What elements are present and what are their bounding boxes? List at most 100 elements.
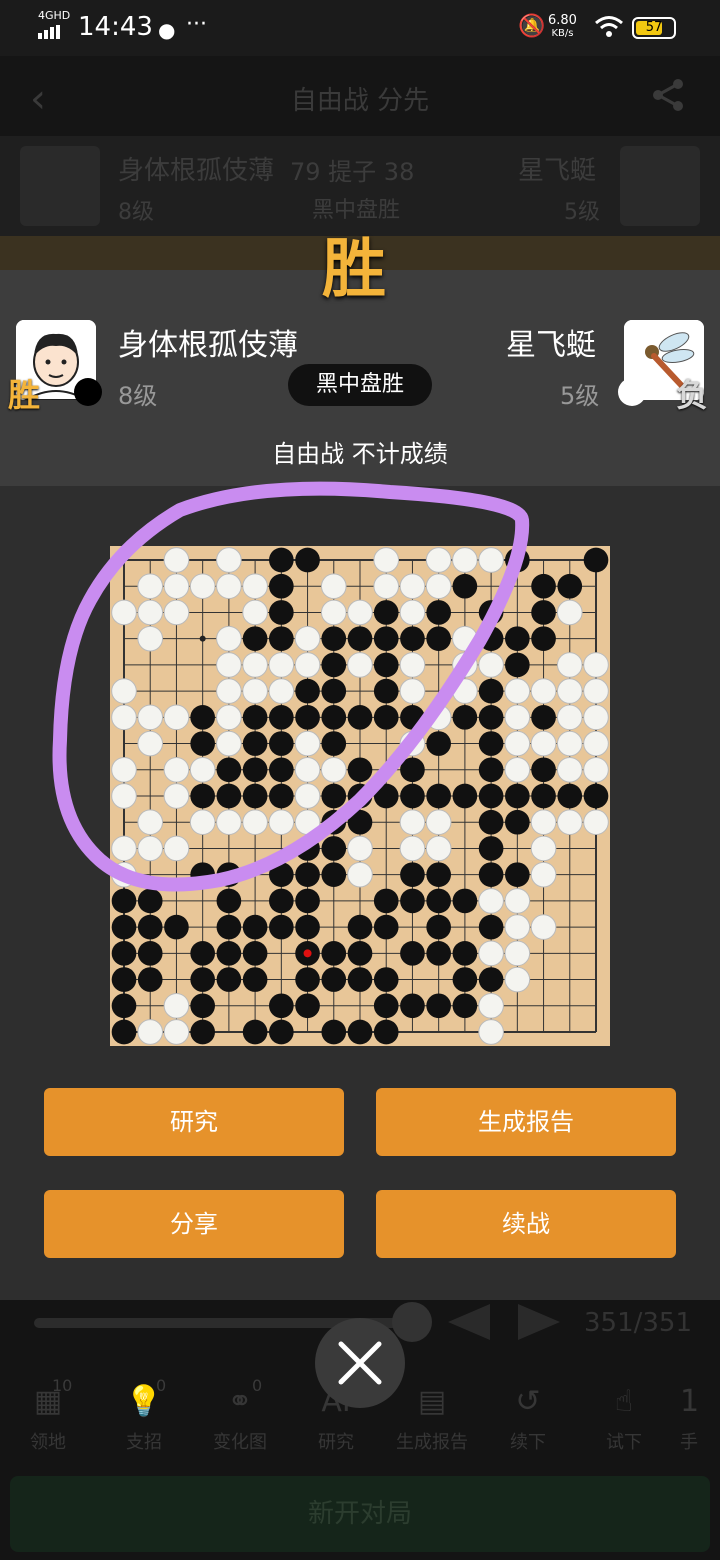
tool-moves[interactable]: 1手: [680, 1384, 720, 1454]
black-stone: [269, 600, 294, 625]
black-stone: [164, 914, 189, 940]
white-stone: [504, 966, 531, 993]
white-lose-tag: 负: [676, 376, 709, 414]
white-stone: [137, 625, 164, 652]
white-stone: [583, 730, 609, 757]
black-stone: [111, 993, 137, 1019]
black-stone: [505, 626, 530, 651]
black-stone: [269, 914, 294, 940]
white-stone: [137, 573, 164, 600]
white-stone: [137, 1019, 164, 1045]
black-stone: [426, 941, 451, 966]
white-stone: [583, 809, 609, 836]
black-stone: [321, 731, 347, 756]
black-stone: [321, 809, 347, 835]
white-stone: [583, 704, 609, 731]
black-stone: [373, 626, 399, 651]
black-stone: [478, 757, 504, 783]
white-stone: [556, 678, 583, 704]
black-stone: [347, 914, 373, 940]
hint-badge: 0: [156, 1376, 167, 1395]
white-player-rank: 5级: [560, 382, 600, 410]
prev-move-icon[interactable]: [444, 1302, 492, 1346]
result-pill: 黑中盘胜: [288, 364, 432, 406]
black-stone: [400, 783, 425, 809]
black-stone: [583, 783, 609, 809]
tool-variations[interactable]: ⚭ 变化图: [200, 1384, 280, 1454]
white-player-name: 星飞蜓: [518, 156, 597, 186]
black-stone: [190, 783, 215, 809]
black-stone: [190, 862, 215, 887]
tool-resume[interactable]: ↺ 续下: [488, 1384, 568, 1454]
white-stone: [425, 704, 452, 731]
white-stone: [294, 809, 321, 836]
white-stone-icon: [618, 378, 646, 406]
share-button[interactable]: 分享: [44, 1190, 344, 1258]
white-stone: [504, 704, 531, 731]
white-stone: [294, 625, 321, 652]
page-title: 自由战 分先: [290, 86, 430, 116]
white-stone: [556, 730, 583, 757]
white-stone: [216, 625, 242, 652]
white-stone: [556, 809, 583, 836]
variations-icon: ⚭: [227, 1384, 253, 1419]
wifi-icon: [594, 14, 624, 42]
black-stone-icon: [74, 378, 102, 406]
black-stone: [478, 731, 504, 756]
white-stone: [504, 678, 531, 704]
win-badge: 胜: [322, 233, 386, 307]
next-move-icon[interactable]: [516, 1302, 564, 1346]
white-stone: [242, 599, 268, 626]
white-stone: [189, 809, 216, 836]
black-stone: [242, 757, 268, 783]
black-stone: [269, 1019, 294, 1045]
black-stone: [295, 678, 320, 704]
white-stone: [399, 599, 426, 626]
go-board: [110, 546, 610, 1046]
black-stone: [321, 1019, 347, 1045]
black-stone: [426, 914, 451, 940]
black-stone: [478, 809, 504, 835]
white-stone: [373, 547, 400, 573]
white-stone: [268, 809, 295, 836]
black-stone: [426, 862, 451, 887]
black-stone: [531, 626, 556, 651]
black-stone: [400, 993, 425, 1019]
white-stone: [216, 730, 242, 757]
share-icon[interactable]: [652, 78, 686, 116]
white-stone: [399, 678, 426, 704]
white-stone: [294, 652, 321, 678]
black-stone: [111, 941, 137, 966]
generate-report-button[interactable]: 生成报告: [376, 1088, 676, 1156]
white-stone: [294, 756, 321, 783]
continue-game-button[interactable]: 续战: [376, 1190, 676, 1258]
tool-try[interactable]: ☝ 试下: [584, 1384, 664, 1454]
new-game-button[interactable]: 新开对局: [10, 1476, 710, 1552]
close-button[interactable]: [315, 1318, 405, 1408]
tool-hint[interactable]: 💡 支招: [104, 1384, 184, 1454]
black-stone: [373, 783, 399, 809]
black-stone: [373, 914, 399, 940]
study-button[interactable]: 研究: [44, 1088, 344, 1156]
game-mode-subtitle: 自由战 不计成绩: [272, 440, 448, 468]
white-stone: [530, 835, 557, 862]
black-stone: [478, 600, 504, 625]
white-stone: [216, 573, 242, 600]
tool-territory[interactable]: ▦ 领地: [8, 1384, 88, 1454]
white-stone: [452, 547, 478, 573]
black-stone: [269, 547, 294, 573]
black-stone: [426, 993, 451, 1019]
black-stone: [347, 783, 373, 809]
white-stone: [399, 573, 426, 600]
black-stone: [321, 836, 347, 861]
black-stone: [242, 731, 268, 756]
status-bar: 4GHD 14:43 ● ··· 🔕 6.80 KB/s 57: [0, 0, 720, 56]
black-stone: [111, 1019, 137, 1045]
black-stone: [295, 547, 320, 573]
black-stone: [478, 783, 504, 809]
white-stone: [583, 652, 609, 678]
white-stone: [478, 888, 504, 914]
black-stone: [321, 626, 347, 651]
black-stone: [295, 914, 320, 940]
white-stone: [504, 914, 531, 940]
